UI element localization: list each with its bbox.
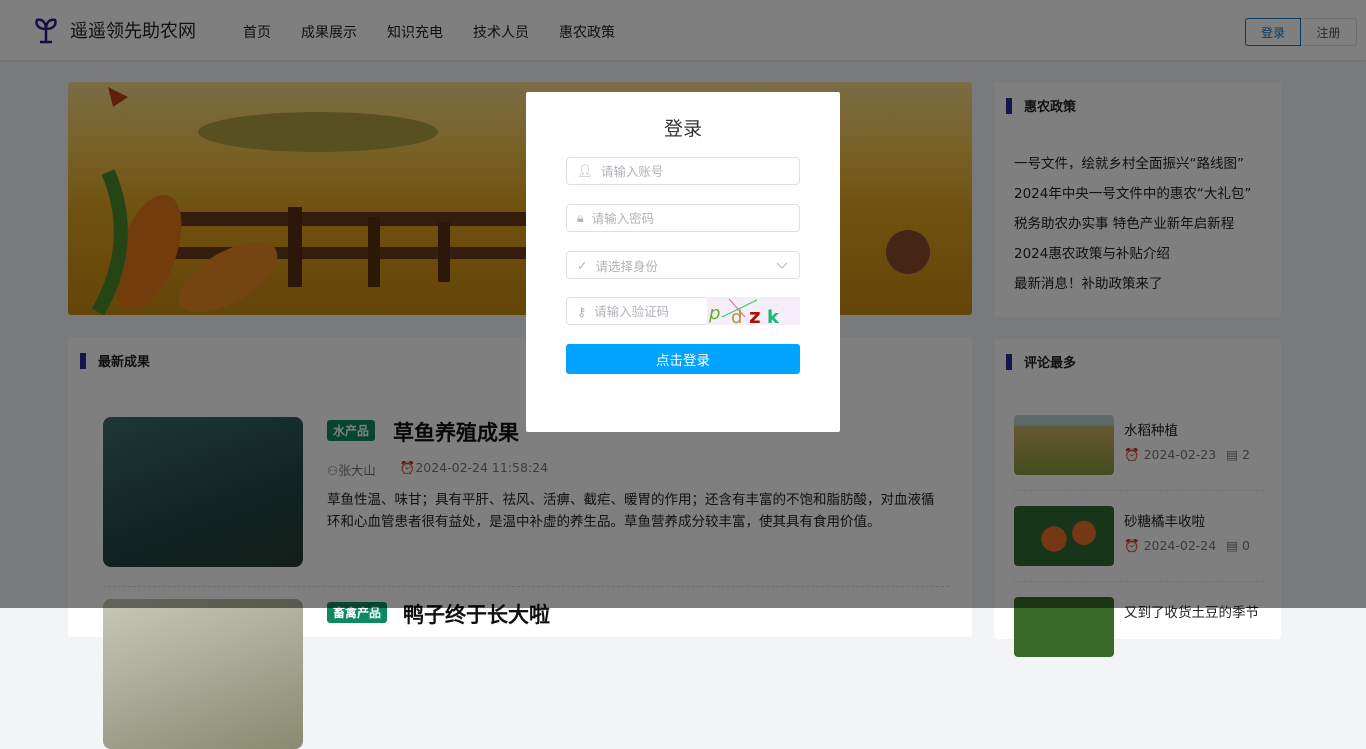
- captcha-char: p: [708, 303, 720, 324]
- key-icon: ⚷: [577, 303, 587, 319]
- password-field[interactable]: 🔒︎: [566, 204, 800, 232]
- captcha-char: z: [749, 304, 761, 325]
- check-circle-icon: ✓: [577, 257, 588, 273]
- role-select[interactable]: ✓ 请选择身份: [566, 251, 800, 279]
- account-input[interactable]: [600, 163, 751, 179]
- captcha-char: d: [731, 307, 742, 325]
- password-input[interactable]: [591, 210, 742, 226]
- role-placeholder: 请选择身份: [595, 258, 658, 274]
- duck-image: [103, 599, 303, 749]
- submit-login-button[interactable]: 点击登录: [566, 344, 800, 374]
- login-dialog: 登录 👤︎ 🔒︎ ✓ 请选择身份 ⚷ p d z k 点击登录: [526, 92, 840, 432]
- lock-icon: 🔒︎: [577, 210, 584, 225]
- dialog-title: 登录: [663, 118, 702, 140]
- captcha-field[interactable]: ⚷: [566, 297, 708, 325]
- account-field[interactable]: 👤︎: [566, 157, 800, 185]
- captcha-image[interactable]: p d z k: [707, 297, 800, 328]
- chevron-down-icon: [776, 262, 788, 269]
- result-item[interactable]: 畜禽产品 鸭子终于长大啦: [103, 599, 949, 749]
- user-icon: 👤︎: [577, 163, 593, 178]
- captcha-input[interactable]: [594, 303, 695, 319]
- captcha-char: k: [767, 307, 780, 325]
